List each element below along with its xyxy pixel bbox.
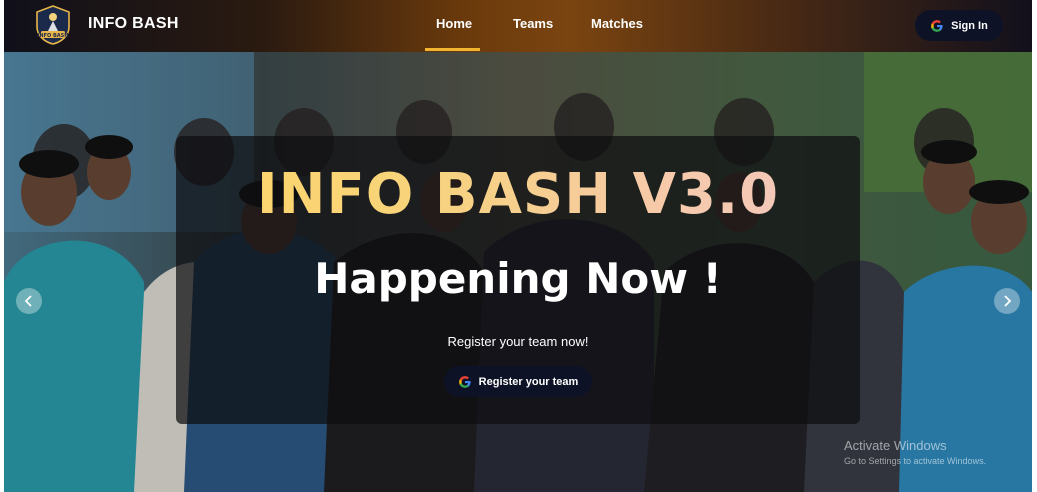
sign-in-button[interactable]: Sign In xyxy=(915,10,1003,41)
chevron-left-icon xyxy=(24,295,32,307)
hero-subhead: Happening Now ! xyxy=(314,254,722,303)
brand-logo[interactable]: INFO BASH xyxy=(34,5,72,45)
activate-windows-watermark: Activate Windows Go to Settings to activ… xyxy=(844,438,986,466)
hero-card: INFO BASH V3.0 Happening Now ! Register … xyxy=(176,136,860,424)
google-icon xyxy=(458,375,471,388)
brand-name[interactable]: INFO BASH xyxy=(88,15,179,33)
watermark-subtitle: Go to Settings to activate Windows. xyxy=(844,456,987,466)
nav-link-teams[interactable]: Teams xyxy=(513,16,553,31)
hero-cta-text: Register your team now! xyxy=(447,334,589,349)
nav-link-home[interactable]: Home xyxy=(436,16,472,31)
top-navbar: INFO BASH INFO BASH Home Teams Matches S… xyxy=(4,0,1032,52)
carousel-prev-button[interactable] xyxy=(16,288,42,314)
google-icon xyxy=(931,19,943,32)
svg-text:INFO BASH: INFO BASH xyxy=(38,33,69,39)
watermark-title: Activate Windows xyxy=(844,438,947,453)
carousel-next-button[interactable] xyxy=(994,288,1020,314)
register-team-button[interactable]: Register your team xyxy=(444,366,592,397)
active-nav-indicator xyxy=(425,48,480,51)
sign-in-label: Sign In xyxy=(951,19,988,32)
hero-carousel: INFO BASH V3.0 Happening Now ! Register … xyxy=(4,52,1032,492)
hero-headline: INFO BASH V3.0 xyxy=(176,162,860,227)
chevron-right-icon xyxy=(1004,295,1012,307)
nav-link-matches[interactable]: Matches xyxy=(591,16,643,31)
page: INFO BASH INFO BASH Home Teams Matches S… xyxy=(4,0,1032,492)
register-team-label: Register your team xyxy=(478,375,579,388)
